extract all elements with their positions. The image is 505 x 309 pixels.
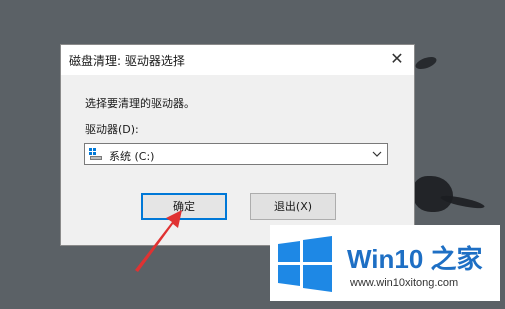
logo-brand-text: Win10 之家 (347, 244, 483, 274)
ok-button[interactable]: 确定 (141, 193, 227, 220)
selected-drive: 系统 (C:) (109, 150, 155, 163)
instruction-text: 选择要清理的驱动器。 (85, 97, 195, 110)
drive-select[interactable]: 系统 (C:) (84, 143, 388, 165)
dialog-title: 磁盘清理: 驱动器选择 (69, 54, 185, 68)
logo-url: www.win10xitong.com (350, 277, 459, 289)
drive-icon (89, 148, 102, 160)
chevron-down-icon[interactable] (372, 147, 382, 161)
title-bar[interactable]: 磁盘清理: 驱动器选择 ✕ (61, 45, 414, 75)
desktop-ink-decoration (413, 54, 439, 72)
drive-label: 驱动器(D): (85, 123, 139, 136)
win10-logo: Win10 之家 www.win10xitong.com (270, 225, 500, 301)
exit-button[interactable]: 退出(X) (250, 193, 336, 220)
close-icon[interactable]: ✕ (388, 50, 406, 68)
desktop-ink-decoration (413, 176, 453, 212)
disk-cleanup-dialog: 磁盘清理: 驱动器选择 ✕ 选择要清理的驱动器。 驱动器(D): 系统 (C:)… (60, 44, 415, 246)
windows-logo-icon (278, 236, 332, 292)
